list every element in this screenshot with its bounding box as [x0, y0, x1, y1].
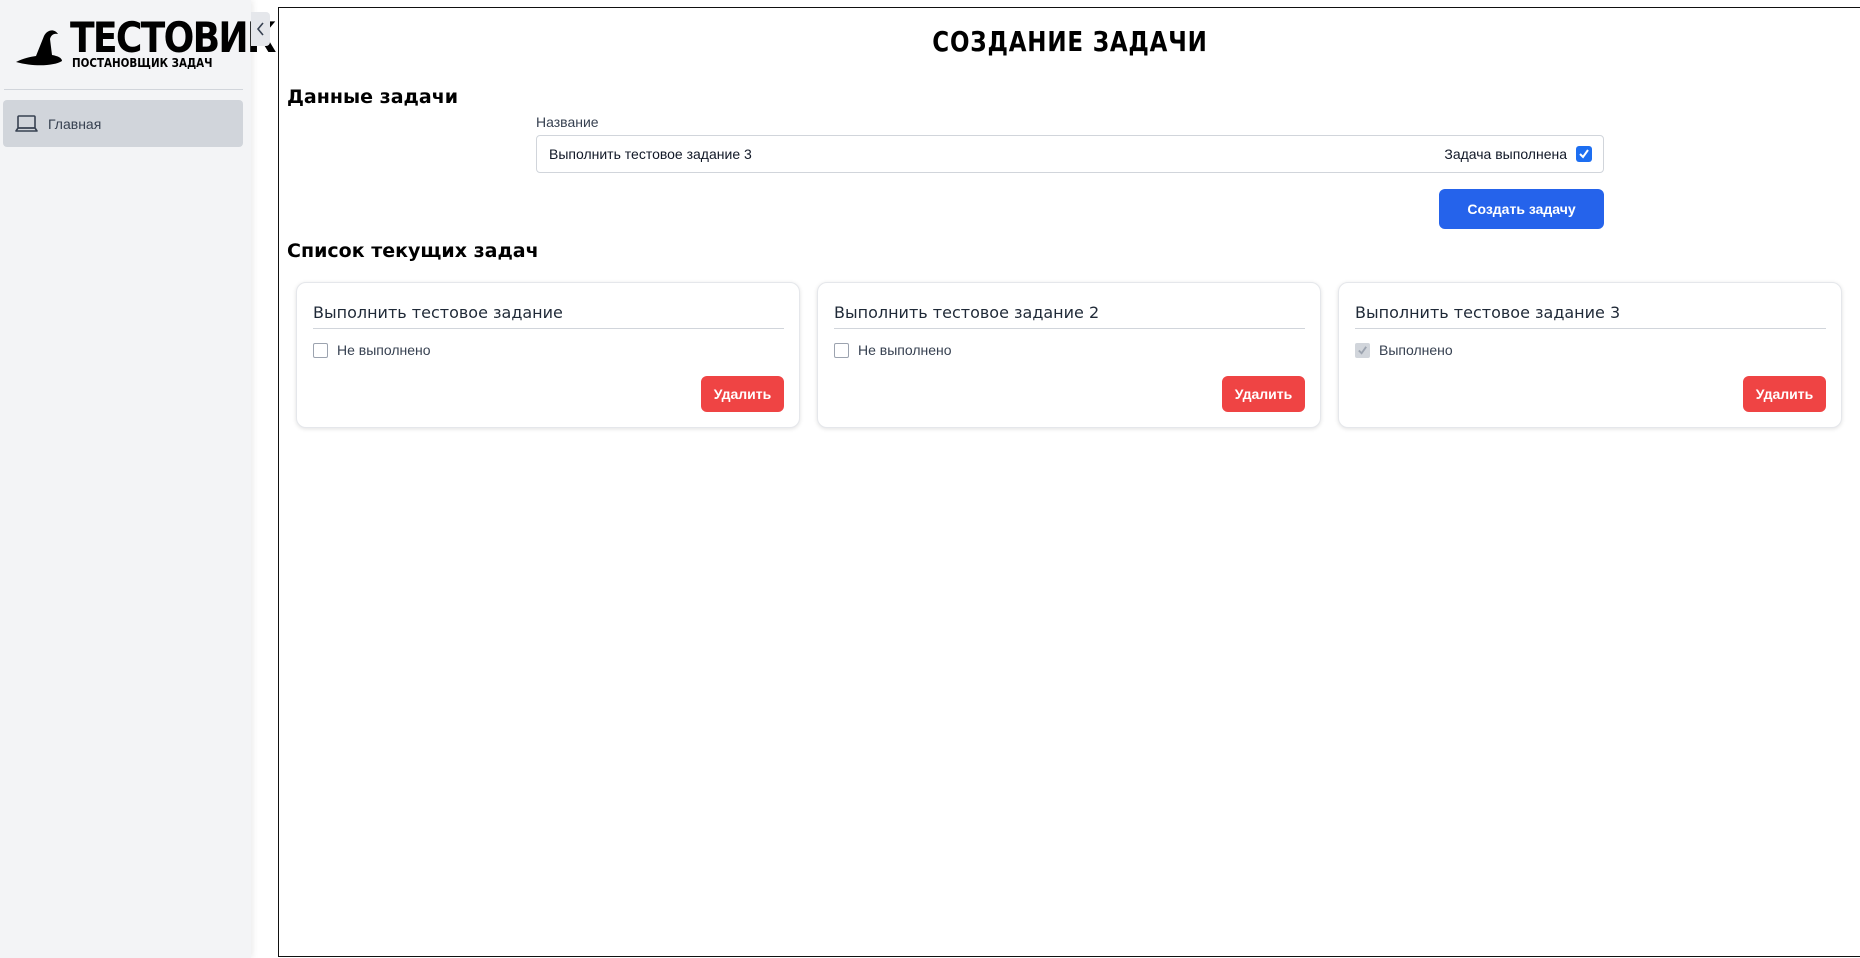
- task-card-title: Выполнить тестовое задание 2: [834, 303, 1305, 329]
- task-card-status: Не выполнено: [834, 342, 952, 358]
- sidebar-item-home[interactable]: Главная: [3, 100, 243, 147]
- checkmark-icon: [1358, 345, 1367, 355]
- task-list-heading: Список текущих задач: [287, 240, 539, 262]
- logo-title: ТЕСТОВИК: [70, 13, 276, 62]
- laptop-icon: [15, 114, 39, 134]
- task-name-input[interactable]: [537, 136, 1417, 172]
- create-task-button[interactable]: Создать задачу: [1439, 189, 1604, 229]
- sidebar-divider: [4, 89, 243, 90]
- delete-task-button[interactable]: Удалить: [1743, 376, 1826, 412]
- task-data-heading: Данные задачи: [287, 86, 459, 108]
- wizard-hat-icon: [16, 30, 62, 66]
- task-done-label: Задача выполнена: [1444, 146, 1567, 162]
- page-title: СОЗДАНИЕ ЗАДАЧИ: [932, 25, 1208, 58]
- name-field: Задача выполнена: [536, 135, 1604, 173]
- task-status-label: Выполнено: [1379, 342, 1453, 358]
- task-card: Выполнить тестовое задание Не выполнено …: [296, 282, 800, 428]
- delete-task-button[interactable]: Удалить: [1222, 376, 1305, 412]
- task-card-title: Выполнить тестовое задание: [313, 303, 784, 329]
- task-card: Выполнить тестовое задание 2 Не выполнен…: [817, 282, 1321, 428]
- logo-subtitle: ПОСТАНОВЩИК ЗАДАЧ: [72, 56, 213, 70]
- task-status-label: Не выполнено: [337, 342, 431, 358]
- task-status-checkbox[interactable]: [1355, 342, 1370, 358]
- task-card: Выполнить тестовое задание 3 Выполнено У…: [1338, 282, 1842, 428]
- chevron-left-icon: [256, 22, 264, 36]
- task-card-title: Выполнить тестовое задание 3: [1355, 303, 1826, 329]
- task-status-checkbox[interactable]: [834, 342, 849, 358]
- delete-task-button[interactable]: Удалить: [701, 376, 784, 412]
- task-done-checkbox[interactable]: [1576, 146, 1592, 162]
- task-card-status: Не выполнено: [313, 342, 431, 358]
- main-panel: СОЗДАНИЕ ЗАДАЧИ Данные задачи Название З…: [278, 7, 1860, 957]
- sidebar-collapse-button[interactable]: [251, 12, 270, 46]
- sidebar-item-label: Главная: [48, 115, 102, 132]
- task-card-status: Выполнено: [1355, 342, 1453, 358]
- checkmark-icon: [1579, 149, 1589, 159]
- sidebar: ТЕСТОВИК ПОСТАНОВЩИК ЗАДАЧ Главная: [0, 0, 276, 958]
- logo[interactable]: ТЕСТОВИК ПОСТАНОВЩИК ЗАДАЧ: [14, 14, 276, 76]
- task-status-label: Не выполнено: [858, 342, 952, 358]
- task-status-checkbox[interactable]: [313, 342, 328, 358]
- name-field-label: Название: [536, 114, 599, 130]
